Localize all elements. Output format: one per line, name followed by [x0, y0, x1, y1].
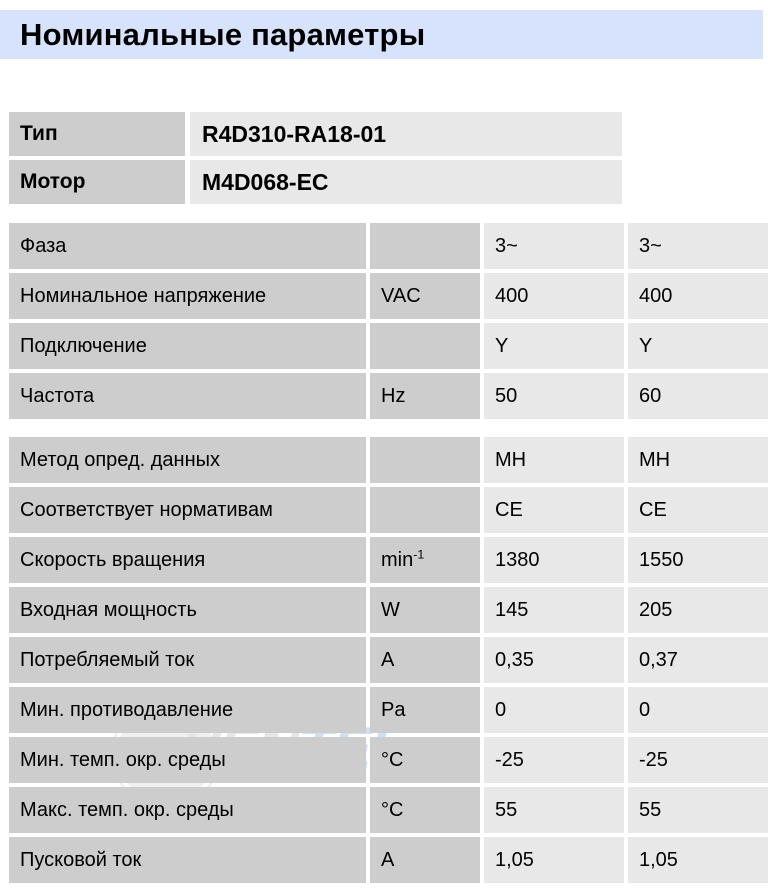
table-row: Макс. темп. окр. среды °C 55 55: [0, 787, 768, 833]
table-row: Фаза 3~ 3~: [0, 223, 768, 269]
row-label: Скорость вращения: [9, 537, 366, 583]
row-value-column-2: 1550: [628, 537, 768, 583]
row-unit: Hz: [370, 373, 480, 419]
table-row: Номинальное напряжение VAC 400 400: [0, 273, 768, 319]
page-title-banner: Номинальные параметры: [0, 10, 763, 59]
row-value-column-1: 1380: [484, 537, 624, 583]
row-unit: [370, 323, 480, 369]
row-label: Фаза: [9, 223, 366, 269]
spec-group: Метод опред. данных MH MH Соответствует нор…: [0, 437, 768, 883]
row-value-column-1: 145: [484, 587, 624, 633]
row-label: Макс. темп. окр. среды: [9, 787, 366, 833]
row-value-column-1: 1,05: [484, 837, 624, 883]
row-unit-exponent: -1: [413, 547, 425, 562]
table-row: Мин. противодавление Pa 0 0: [0, 687, 768, 733]
table-row: Подключение Y Y: [0, 323, 768, 369]
row-value-column-2: 0,37: [628, 637, 768, 683]
identity-label: Мотор: [9, 160, 185, 204]
row-value-column-1: 50: [484, 373, 624, 419]
row-unit: °C: [370, 787, 480, 833]
row-unit: [370, 487, 480, 533]
row-label: Потребляемый ток: [9, 637, 366, 683]
identity-row: Мотор M4D068-EC: [0, 160, 768, 204]
row-value-column-1: 55: [484, 787, 624, 833]
row-value-column-2: MH: [628, 437, 768, 483]
row-label: Входная мощность: [9, 587, 366, 633]
row-value-column-1: MH: [484, 437, 624, 483]
row-value-column-2: 55: [628, 787, 768, 833]
identity-row: Тип R4D310-RA18-01: [0, 112, 768, 156]
table-row: Входная мощность W 145 205: [0, 587, 768, 633]
table-row: Соответствует нормативам CE CE: [0, 487, 768, 533]
row-value-column-1: -25: [484, 737, 624, 783]
row-value-column-2: 205: [628, 587, 768, 633]
row-unit: [370, 437, 480, 483]
identity-block: Тип R4D310-RA18-01 Мотор M4D068-EC: [0, 112, 768, 208]
row-value-column-2: CE: [628, 487, 768, 533]
row-unit-text: min: [381, 549, 414, 571]
row-label: Метод опред. данных: [9, 437, 366, 483]
row-label: Номинальное напряжение: [9, 273, 366, 319]
row-label: Соответствует нормативам: [9, 487, 366, 533]
table-row: Пусковой ток A 1,05 1,05: [0, 837, 768, 883]
row-unit: °C: [370, 737, 480, 783]
row-unit: Pa: [370, 687, 480, 733]
identity-label: Тип: [9, 112, 185, 156]
table-row: Частота Hz 50 60: [0, 373, 768, 419]
row-label: Мин. противодавление: [9, 687, 366, 733]
row-value-column-1: 0,35: [484, 637, 624, 683]
identity-value: R4D310-RA18-01: [190, 112, 622, 156]
row-value-column-2: 400: [628, 273, 768, 319]
row-unit: A: [370, 837, 480, 883]
row-label: Подключение: [9, 323, 366, 369]
table-row: Мин. темп. окр. среды °C -25 -25: [0, 737, 768, 783]
row-label: Частота: [9, 373, 366, 419]
spec-group: Фаза 3~ 3~ Номинальное напряжение VAC 400 400 П…: [0, 223, 768, 419]
row-unit: min-1: [370, 537, 480, 583]
row-unit: [370, 223, 480, 269]
specifications-table: Фаза 3~ 3~ Номинальное напряжение VAC 400 400 П…: [0, 223, 768, 887]
row-value-column-2: 1,05: [628, 837, 768, 883]
row-value-column-1: CE: [484, 487, 624, 533]
row-unit: A: [370, 637, 480, 683]
row-unit: VAC: [370, 273, 480, 319]
row-value-column-2: 3~: [628, 223, 768, 269]
table-row: Метод опред. данных MH MH: [0, 437, 768, 483]
table-row: Потребляемый ток A 0,35 0,37: [0, 637, 768, 683]
table-row: Скорость вращения min-1 1380 1550: [0, 537, 768, 583]
row-value-column-1: 400: [484, 273, 624, 319]
identity-value: M4D068-EC: [190, 160, 622, 204]
row-value-column-1: 0: [484, 687, 624, 733]
row-value-column-1: Y: [484, 323, 624, 369]
row-value-column-1: 3~: [484, 223, 624, 269]
row-unit: W: [370, 587, 480, 633]
row-value-column-2: -25: [628, 737, 768, 783]
row-value-column-2: Y: [628, 323, 768, 369]
row-label: Мин. темп. окр. среды: [9, 737, 366, 783]
page-title: Номинальные параметры: [20, 17, 426, 52]
row-value-column-2: 60: [628, 373, 768, 419]
row-label: Пусковой ток: [9, 837, 366, 883]
row-value-column-2: 0: [628, 687, 768, 733]
